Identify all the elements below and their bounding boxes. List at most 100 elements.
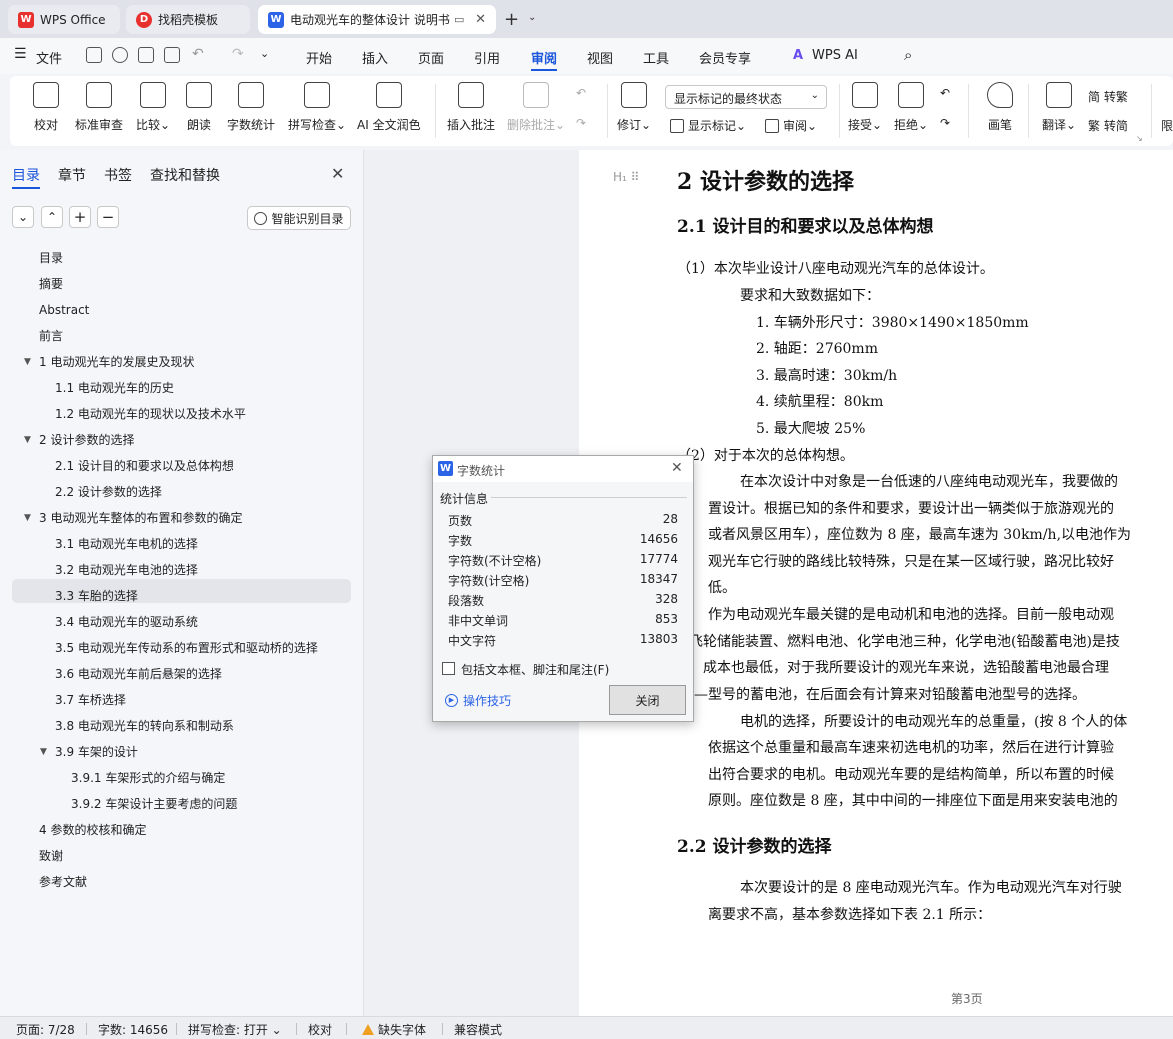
menu-reference[interactable]: 引用 — [474, 48, 500, 67]
to-simplified-button[interactable]: 繁 转简 — [1088, 117, 1128, 134]
toc-item[interactable]: 3.3 车胎的选择 — [55, 584, 138, 608]
proofread-indicator[interactable]: 校对 — [308, 1021, 332, 1038]
toc-item[interactable]: 参考文献 — [39, 870, 87, 894]
tab-wps-office[interactable]: W WPS Office — [8, 5, 120, 34]
spell-check-button[interactable]: 拼写检查⌄ — [288, 82, 346, 133]
menu-wps-ai[interactable]: WPS AI — [812, 48, 858, 63]
close-icon[interactable]: ✕ — [671, 460, 683, 476]
toc-item[interactable]: 3.9.1 车架形式的介绍与确定 — [71, 766, 225, 790]
toc-item[interactable]: 4 参数的校核和确定 — [39, 818, 146, 842]
revise-button[interactable]: 修订⌄ — [617, 82, 651, 133]
proofread-button[interactable]: 校对 — [33, 82, 59, 133]
tips-link[interactable]: ▶ 操作技巧 — [445, 692, 511, 709]
redo-icon[interactable]: ↷ — [232, 46, 244, 62]
nav-tab-sections[interactable]: 章节 — [58, 165, 86, 185]
toc-item[interactable]: 3.1 电动观光车电机的选择 — [55, 532, 198, 556]
hamburger-icon[interactable]: ☰ — [14, 46, 27, 62]
toc-item[interactable]: 1.1 电动观光车的历史 — [55, 376, 174, 400]
toc-item[interactable]: 3.8 电动观光车的转向系和制动系 — [55, 714, 234, 738]
toc-item[interactable]: 3.2 电动观光车电池的选择 — [55, 558, 198, 582]
menu-file[interactable]: 文件 — [36, 48, 62, 67]
expand-caret-icon[interactable]: ▼ — [24, 350, 31, 374]
toc-item[interactable]: 致谢 — [39, 844, 63, 868]
insert-comment-button[interactable]: 插入批注 — [447, 82, 495, 133]
expand-corner-icon[interactable]: ↘ — [1136, 134, 1143, 143]
nav-tab-find-replace[interactable]: 查找和替换 — [150, 165, 220, 185]
toc-item[interactable]: ▼ 3.9 车架的设计 — [40, 740, 138, 764]
nav-tab-bookmarks[interactable]: 书签 — [104, 165, 132, 185]
word-count-indicator[interactable]: 字数: 14656 — [98, 1021, 168, 1038]
translate-button[interactable]: 翻译⌄ — [1042, 82, 1076, 133]
menu-tools[interactable]: 工具 — [643, 48, 669, 67]
missing-font-indicator[interactable]: 缺失字体 — [362, 1021, 426, 1038]
remove-heading-icon[interactable]: − — [97, 206, 119, 228]
close-icon[interactable]: ✕ — [331, 164, 344, 183]
read-aloud-button[interactable]: 朗读 — [186, 82, 212, 133]
restrict-button[interactable]: 限 — [1161, 117, 1173, 134]
print-icon[interactable] — [138, 47, 154, 63]
show-markup-button[interactable]: 显示标记 ⌄ — [670, 117, 746, 134]
toc-item[interactable]: 3.7 车桥选择 — [55, 688, 126, 712]
smart-toc-button[interactable]: 智能识别目录 — [247, 206, 351, 230]
search-icon[interactable]: ⌕ — [904, 46, 912, 64]
compare-button[interactable]: 比较⌄ — [136, 82, 170, 133]
monitor-icon[interactable]: ▭ — [454, 13, 464, 26]
expand-caret-icon[interactable]: ▼ — [40, 740, 47, 764]
collapse-chevron-icon[interactable]: ⌄ — [12, 206, 34, 228]
print-preview-icon[interactable] — [164, 47, 180, 63]
save-icon[interactable] — [86, 47, 102, 63]
spell-check-indicator[interactable]: 拼写检查: 打开 ⌄ — [188, 1021, 282, 1038]
pen-button[interactable]: 画笔 — [987, 82, 1013, 133]
close-tab-icon[interactable]: ✕ — [475, 12, 486, 27]
accept-button[interactable]: 接受⌄ — [848, 82, 882, 133]
dialog-titlebar[interactable]: W 字数统计 ✕ — [433, 456, 693, 482]
toc-item[interactable]: 1.2 电动观光车的现状以及技术水平 — [55, 402, 246, 426]
menu-review[interactable]: 审阅 — [531, 48, 557, 67]
menu-insert[interactable]: 插入 — [362, 48, 388, 67]
toc-item[interactable]: ▼ 3 电动观光车整体的布置和参数的确定 — [24, 506, 242, 530]
page-indicator[interactable]: 页面: 7/28 — [16, 1021, 75, 1038]
toc-item[interactable]: 3.9.2 车架设计主要考虑的问题 — [71, 792, 237, 816]
chevron-down-icon[interactable]: ⌄ — [528, 12, 536, 23]
prev-change-icon[interactable]: ↶ — [940, 86, 950, 100]
toc-item[interactable]: 3.5 电动观光车传动系的布置形式和驱动桥的选择 — [55, 636, 318, 660]
expand-caret-icon[interactable]: ▼ — [24, 428, 31, 452]
export-icon[interactable] — [112, 47, 128, 63]
menu-view[interactable]: 视图 — [587, 48, 613, 67]
toc-item[interactable]: 目录 — [39, 246, 63, 270]
toc-item[interactable]: ▼ 2 设计参数的选择 — [24, 428, 134, 452]
review-pane-button[interactable]: 审阅 ⌄ — [765, 117, 817, 134]
expand-chevron-icon[interactable]: ⌃ — [41, 206, 63, 228]
toc-item[interactable]: 摘要 — [39, 272, 63, 296]
word-count-button[interactable]: 字数统计 — [227, 82, 275, 133]
prev-comment-icon[interactable]: ↶ — [576, 86, 586, 100]
to-traditional-button[interactable]: 简 转繁 — [1088, 88, 1128, 105]
menu-page[interactable]: 页面 — [418, 48, 444, 67]
undo-icon[interactable]: ↶ — [192, 46, 204, 62]
include-textbox-checkbox[interactable] — [442, 662, 455, 675]
next-change-icon[interactable]: ↷ — [940, 116, 950, 130]
tab-document[interactable]: W 电动观光车的整体设计 说明书 ▭ ✕ — [258, 5, 496, 34]
heading-drag-handle-icon[interactable]: H₁ ⠿ — [613, 170, 639, 184]
reject-button[interactable]: 拒绝⌄ — [894, 82, 928, 133]
toc-item[interactable]: 前言 — [39, 324, 63, 348]
toc-item[interactable]: Abstract — [39, 298, 89, 322]
next-comment-icon[interactable]: ↷ — [576, 116, 586, 130]
toc-item[interactable]: 3.4 电动观光车的驱动系统 — [55, 610, 198, 634]
ai-proofread-button[interactable]: AI 全文润色 — [357, 82, 421, 133]
toc-item[interactable]: ▼ 1 电动观光车的发展史及现状 — [24, 350, 194, 374]
standard-review-button[interactable]: 标准审查 — [75, 82, 123, 133]
expand-caret-icon[interactable]: ▼ — [24, 506, 31, 530]
menu-start[interactable]: 开始 — [306, 48, 332, 67]
toc-item[interactable]: 2.1 设计目的和要求以及总体构想 — [55, 454, 234, 478]
include-textbox-label[interactable]: 包括文本框、脚注和尾注(F) — [461, 661, 609, 678]
toc-item[interactable]: 2.2 设计参数的选择 — [55, 480, 162, 504]
tab-template[interactable]: D 找稻壳模板 — [126, 5, 250, 34]
close-button[interactable]: 关闭 — [609, 685, 686, 715]
chevron-down-icon[interactable]: ⌄ — [260, 47, 269, 60]
markup-state-select[interactable]: 显示标记的最终状态 ⌄ — [665, 85, 827, 109]
delete-comment-button[interactable]: 删除批注⌄ — [507, 82, 565, 133]
nav-tab-toc[interactable]: 目录 — [12, 165, 40, 185]
add-heading-icon[interactable]: + — [69, 206, 91, 228]
toc-item[interactable]: 3.6 电动观光车前后悬架的选择 — [55, 662, 222, 686]
